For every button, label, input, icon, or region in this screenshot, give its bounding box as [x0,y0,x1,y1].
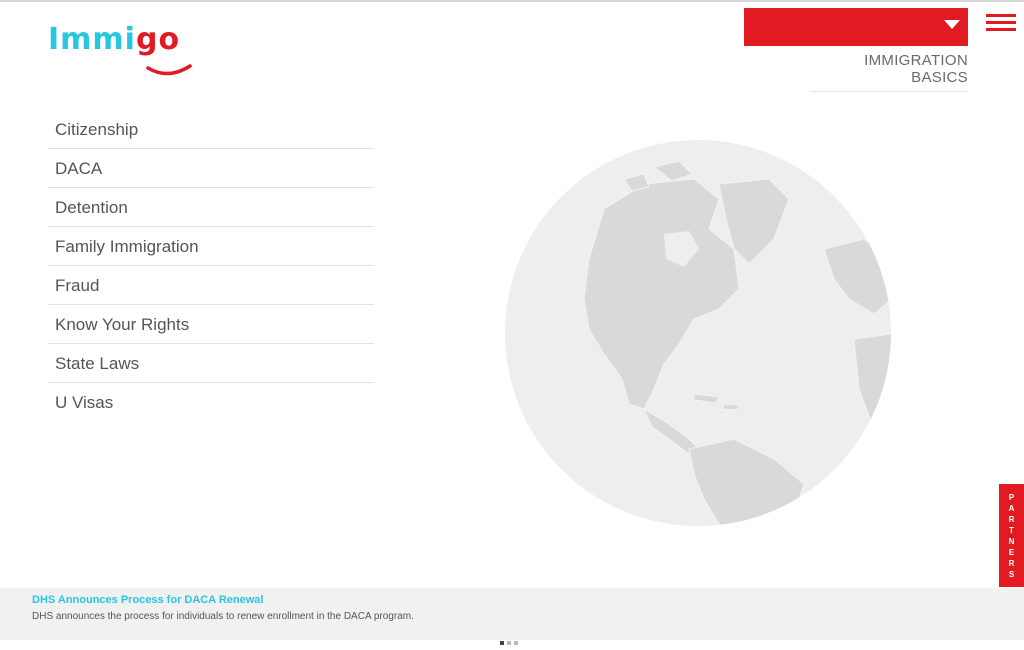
logo-smile-icon [146,64,192,76]
topic-item-detention[interactable]: Detention [48,188,374,227]
hamburger-line [986,14,1016,17]
logo-text-primary: Immi [48,22,136,57]
topic-item-family-immigration[interactable]: Family Immigration [48,227,374,266]
section-title: IMMIGRATION BASICS [810,52,968,92]
hamburger-icon[interactable] [986,14,1016,34]
pagination-dot[interactable] [500,641,504,645]
news-description: DHS announces the process for individual… [32,611,414,622]
topic-item-know-your-rights[interactable]: Know Your Rights [48,305,374,344]
pagination-dots [500,632,521,645]
language-dropdown[interactable] [744,8,968,46]
topic-item-fraud[interactable]: Fraud [48,266,374,305]
topic-item-state-laws[interactable]: State Laws [48,344,374,383]
caret-down-icon [944,20,960,29]
news-ticker: DHS Announces Process for DACA Renewal D… [0,588,1024,645]
partners-tab-label: PARTNERS [1008,492,1015,579]
pagination-dot[interactable] [514,641,518,645]
topic-item-daca[interactable]: DACA [48,149,374,188]
logo-text-accent: go [135,22,181,57]
immigo-logo[interactable]: Immigo [48,22,198,82]
news-title-link[interactable]: DHS Announces Process for DACA Renewal [32,594,263,606]
partners-tab[interactable]: PARTNERS [999,484,1024,587]
pagination-dot[interactable] [507,641,511,645]
topic-item-citizenship[interactable]: Citizenship [48,110,374,149]
topic-list: Citizenship DACA Detention Family Immigr… [48,110,374,421]
top-border [0,0,1024,2]
hamburger-line [986,28,1016,31]
logo-wordmark: Immigo [48,22,180,58]
globe-image [505,140,891,526]
hamburger-line [986,21,1016,24]
topic-item-u-visas[interactable]: U Visas [48,383,374,421]
